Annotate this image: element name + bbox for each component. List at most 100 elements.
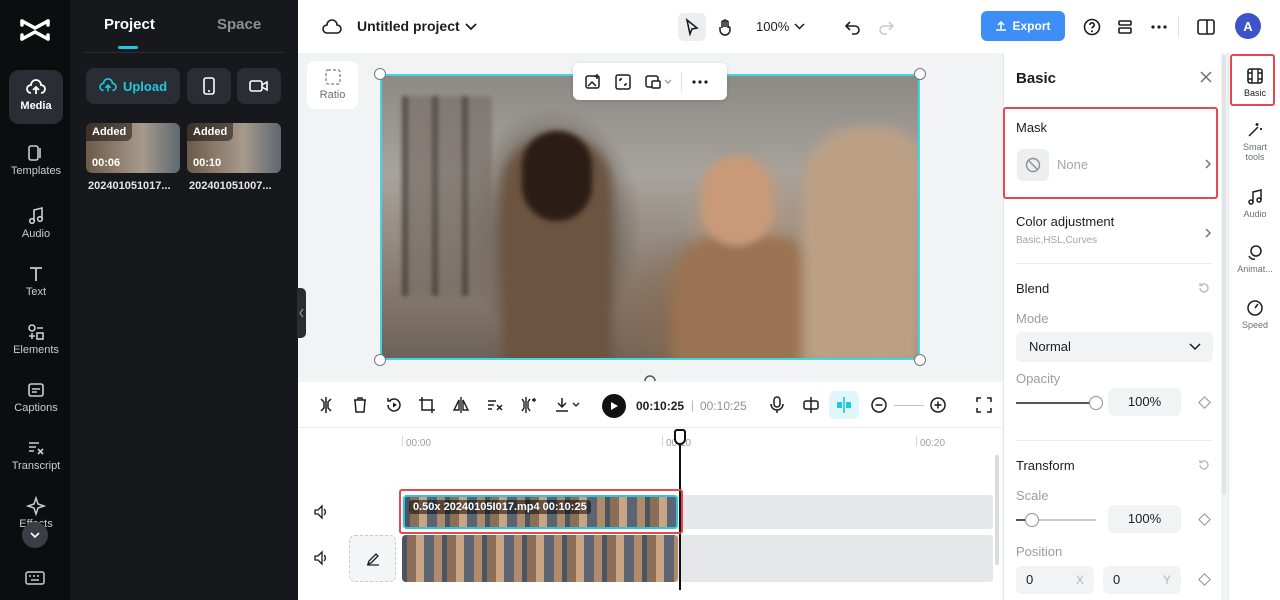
timeline-zoom-slider[interactable] xyxy=(894,405,924,406)
user-avatar[interactable]: A xyxy=(1235,13,1261,39)
tab-smart-tools[interactable]: Smart tools xyxy=(1229,121,1280,162)
panel-collapse-handle[interactable] xyxy=(297,288,306,338)
replace-button[interactable] xyxy=(641,70,675,94)
nav-item-media[interactable]: Media xyxy=(9,70,63,124)
chevron-down-icon[interactable] xyxy=(794,23,805,30)
zoom-level[interactable]: 100% xyxy=(756,19,789,34)
phone-upload-button[interactable] xyxy=(187,68,231,104)
media-thumbnail[interactable]: Added 00:10 xyxy=(187,123,281,173)
media-thumbnail[interactable]: Added 00:06 xyxy=(86,123,180,173)
upload-button[interactable]: Upload xyxy=(86,68,180,104)
export-button[interactable]: Export xyxy=(981,11,1065,41)
slider-knob[interactable] xyxy=(1025,513,1039,527)
cover-edit-button[interactable] xyxy=(349,535,396,582)
slider-fill xyxy=(1016,402,1096,404)
redo-button[interactable] xyxy=(872,13,900,41)
track-mute-icon[interactable] xyxy=(313,550,329,566)
zoom-in-button[interactable] xyxy=(926,393,950,417)
tab-space[interactable]: Space xyxy=(217,16,261,33)
color-adjustment-title[interactable]: Color adjustment xyxy=(1016,214,1114,229)
record-audio-button[interactable] xyxy=(765,393,789,417)
project-title[interactable]: Untitled project xyxy=(357,18,460,34)
pencil-icon xyxy=(366,552,379,566)
add-media-button[interactable] xyxy=(581,70,605,94)
zoom-out-button[interactable] xyxy=(867,393,891,417)
split-button[interactable] xyxy=(314,393,338,417)
record-button[interactable] xyxy=(237,68,281,104)
stack-button[interactable] xyxy=(1111,13,1139,41)
flip-button[interactable] xyxy=(449,393,473,417)
resize-handle-top-left[interactable] xyxy=(374,68,386,80)
playhead-handle[interactable] xyxy=(674,429,686,445)
chevron-right-icon[interactable] xyxy=(1203,159,1213,169)
play-button[interactable] xyxy=(602,394,626,418)
mask-none-button[interactable] xyxy=(1017,149,1049,181)
help-button[interactable] xyxy=(1078,13,1106,41)
position-x-input[interactable]: 0 X xyxy=(1016,566,1094,594)
project-menu-button[interactable] xyxy=(457,13,485,41)
playhead[interactable] xyxy=(679,432,681,590)
resize-handle-bottom-left[interactable] xyxy=(374,354,386,366)
nav-item-captions[interactable]: Captions xyxy=(9,372,63,426)
nav-item-audio[interactable]: Audio xyxy=(9,198,63,252)
more-button[interactable] xyxy=(688,70,712,94)
ruler-tick xyxy=(662,436,663,446)
nav-label: Transcript xyxy=(11,460,61,472)
keyframe-icon[interactable] xyxy=(1198,396,1211,409)
freeze-button[interactable] xyxy=(382,393,406,417)
resize-handle-top-right[interactable] xyxy=(914,68,926,80)
select-tool-button[interactable] xyxy=(678,13,706,41)
properties-scrollbar[interactable] xyxy=(1222,55,1226,495)
opacity-input[interactable]: 100% xyxy=(1108,388,1181,416)
hand-tool-button[interactable] xyxy=(712,13,740,41)
timeline-scrollbar[interactable] xyxy=(995,455,999,565)
position-y-input[interactable]: 0 Y xyxy=(1103,566,1181,594)
cloud-save-icon[interactable] xyxy=(318,13,346,41)
chevron-right-icon[interactable] xyxy=(1203,228,1213,238)
nav-item-elements[interactable]: Elements xyxy=(9,314,63,368)
fit-button[interactable] xyxy=(611,70,635,94)
nav-expand-button[interactable] xyxy=(22,522,48,548)
resize-handle-bottom-right[interactable] xyxy=(914,354,926,366)
layout-toggle-button[interactable] xyxy=(1192,13,1220,41)
fullscreen-button[interactable] xyxy=(972,393,996,417)
opacity-slider[interactable] xyxy=(1016,396,1103,410)
undo-button[interactable] xyxy=(839,13,867,41)
blend-mode-select[interactable]: Normal xyxy=(1016,332,1213,362)
ruler-tick xyxy=(402,436,403,446)
more-button[interactable] xyxy=(1145,13,1173,41)
tab-project[interactable]: Project xyxy=(104,16,155,33)
video-preview[interactable] xyxy=(380,74,920,360)
tab-audio[interactable]: Audio xyxy=(1229,188,1280,219)
main-track-clip[interactable] xyxy=(402,535,678,582)
link-clips-button[interactable] xyxy=(799,393,823,417)
rotate-icon[interactable] xyxy=(641,372,659,382)
scale-input[interactable]: 100% xyxy=(1108,505,1181,533)
keyframe-icon[interactable] xyxy=(1198,573,1211,586)
delete-button[interactable] xyxy=(348,393,372,417)
magnet-snap-button[interactable] xyxy=(832,393,856,417)
tab-basic[interactable]: Basic xyxy=(1229,67,1280,98)
tab-label: Speed xyxy=(1241,320,1269,330)
keyboard-icon[interactable] xyxy=(25,570,45,586)
tab-animation[interactable]: Animat... xyxy=(1229,243,1280,274)
remove-background-button[interactable] xyxy=(483,393,507,417)
download-button[interactable] xyxy=(552,393,586,417)
scale-slider[interactable] xyxy=(1016,513,1096,527)
smart-split-button[interactable] xyxy=(517,393,541,417)
close-icon[interactable] xyxy=(1198,69,1214,85)
nav-item-transcript[interactable]: Transcript xyxy=(9,430,63,484)
tab-speed[interactable]: Speed xyxy=(1229,299,1280,330)
selected-clip[interactable]: 0.50x 20240105I017.mp4 00:10:25 xyxy=(403,495,678,529)
reset-icon[interactable] xyxy=(1197,281,1211,295)
snap-icon xyxy=(837,397,851,413)
keyframe-icon[interactable] xyxy=(1198,513,1211,526)
slider-knob[interactable] xyxy=(1089,396,1103,410)
reset-icon[interactable] xyxy=(1197,458,1211,472)
nav-item-text[interactable]: Text xyxy=(9,256,63,310)
nav-item-templates[interactable]: Templates xyxy=(9,135,63,189)
crop-button[interactable] xyxy=(415,393,439,417)
ratio-button[interactable]: Ratio xyxy=(307,61,358,109)
track-mute-icon[interactable] xyxy=(313,504,329,520)
clip-info: 0.50x 20240105I017.mp4 00:10:25 xyxy=(409,500,591,514)
